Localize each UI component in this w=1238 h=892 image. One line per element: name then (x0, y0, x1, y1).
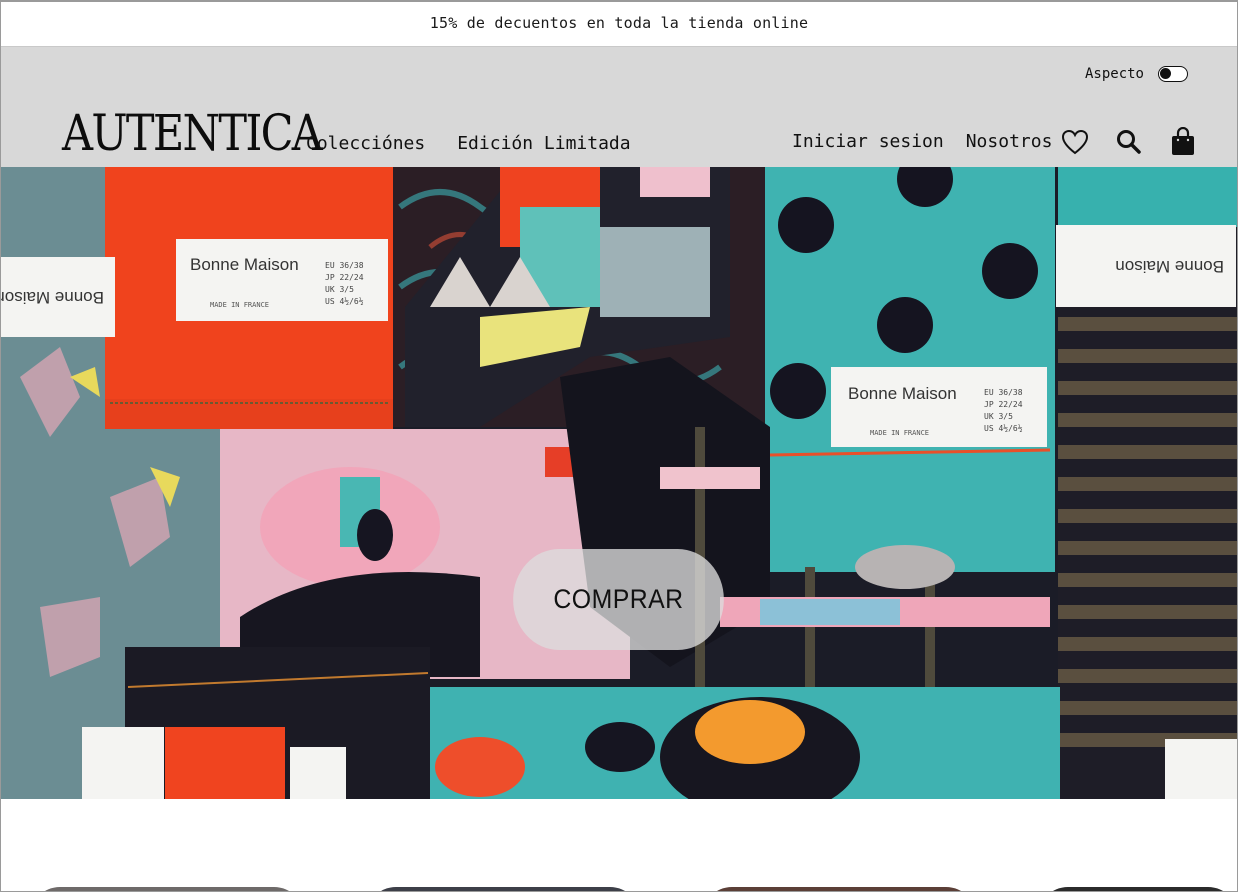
collection-card[interactable] (30, 887, 304, 892)
svg-text:Bonne Maison: Bonne Maison (0, 288, 104, 307)
svg-text:Bonne Maison: Bonne Maison (190, 255, 299, 274)
collection-card[interactable] (702, 887, 976, 892)
appearance-toggle-group: Aspecto (1085, 66, 1188, 82)
svg-text:Bonne Maison: Bonne Maison (848, 384, 957, 403)
svg-text:US 4½/6½: US 4½/6½ (325, 296, 364, 306)
appearance-label: Aspecto (1084, 66, 1144, 82)
main-nav: Colecciónes Edición Limitada (306, 133, 631, 154)
toggle-knob (1160, 68, 1171, 79)
site-logo[interactable]: AUTENTICA (62, 103, 323, 163)
svg-text:MADE IN FRANCE: MADE IN FRANCE (870, 429, 929, 437)
svg-text:JP 22/24: JP 22/24 (325, 273, 364, 282)
svg-text:EU 36/38: EU 36/38 (325, 261, 364, 270)
svg-text:US 4½/6½: US 4½/6½ (984, 423, 1023, 433)
nav-login[interactable]: Iniciar sesion (792, 131, 944, 152)
promo-text: 15% de decuentos en toda la tienda onlin… (429, 14, 809, 32)
hero-banner: Bonne Maison MADE IN FRANCE EU 36/38 JP … (0, 167, 1238, 799)
svg-text:JP 22/24: JP 22/24 (984, 400, 1023, 409)
account-nav: Iniciar sesion Nosotros (792, 131, 1052, 152)
nav-limited-edition[interactable]: Edición Limitada (457, 133, 630, 154)
svg-text:Bonne Maison: Bonne Maison (1115, 257, 1224, 276)
svg-text:MADE IN FRANCE: MADE IN FRANCE (210, 301, 269, 309)
shopping-bag-icon[interactable] (1168, 127, 1198, 157)
appearance-toggle[interactable] (1158, 66, 1188, 82)
shop-button[interactable]: COMPRAR (513, 549, 724, 650)
collection-card[interactable] (1038, 887, 1238, 892)
nav-collections[interactable]: Colecciónes (306, 133, 425, 154)
heart-icon[interactable] (1060, 127, 1090, 157)
svg-text:UK 3/5: UK 3/5 (984, 412, 1013, 421)
site-header: Aspecto AUTENTICA Colecciónes Edición Li… (0, 47, 1238, 167)
header-icons (1060, 127, 1198, 157)
search-icon[interactable] (1114, 127, 1144, 157)
collections-preview (0, 799, 1238, 892)
svg-text:UK 3/5: UK 3/5 (325, 285, 354, 294)
collection-card[interactable] (366, 887, 640, 892)
svg-text:EU 36/38: EU 36/38 (984, 388, 1023, 397)
hero-image: Bonne Maison MADE IN FRANCE EU 36/38 JP … (0, 167, 1238, 799)
promo-banner: 15% de decuentos en toda la tienda onlin… (0, 0, 1238, 47)
nav-about[interactable]: Nosotros (966, 131, 1053, 152)
